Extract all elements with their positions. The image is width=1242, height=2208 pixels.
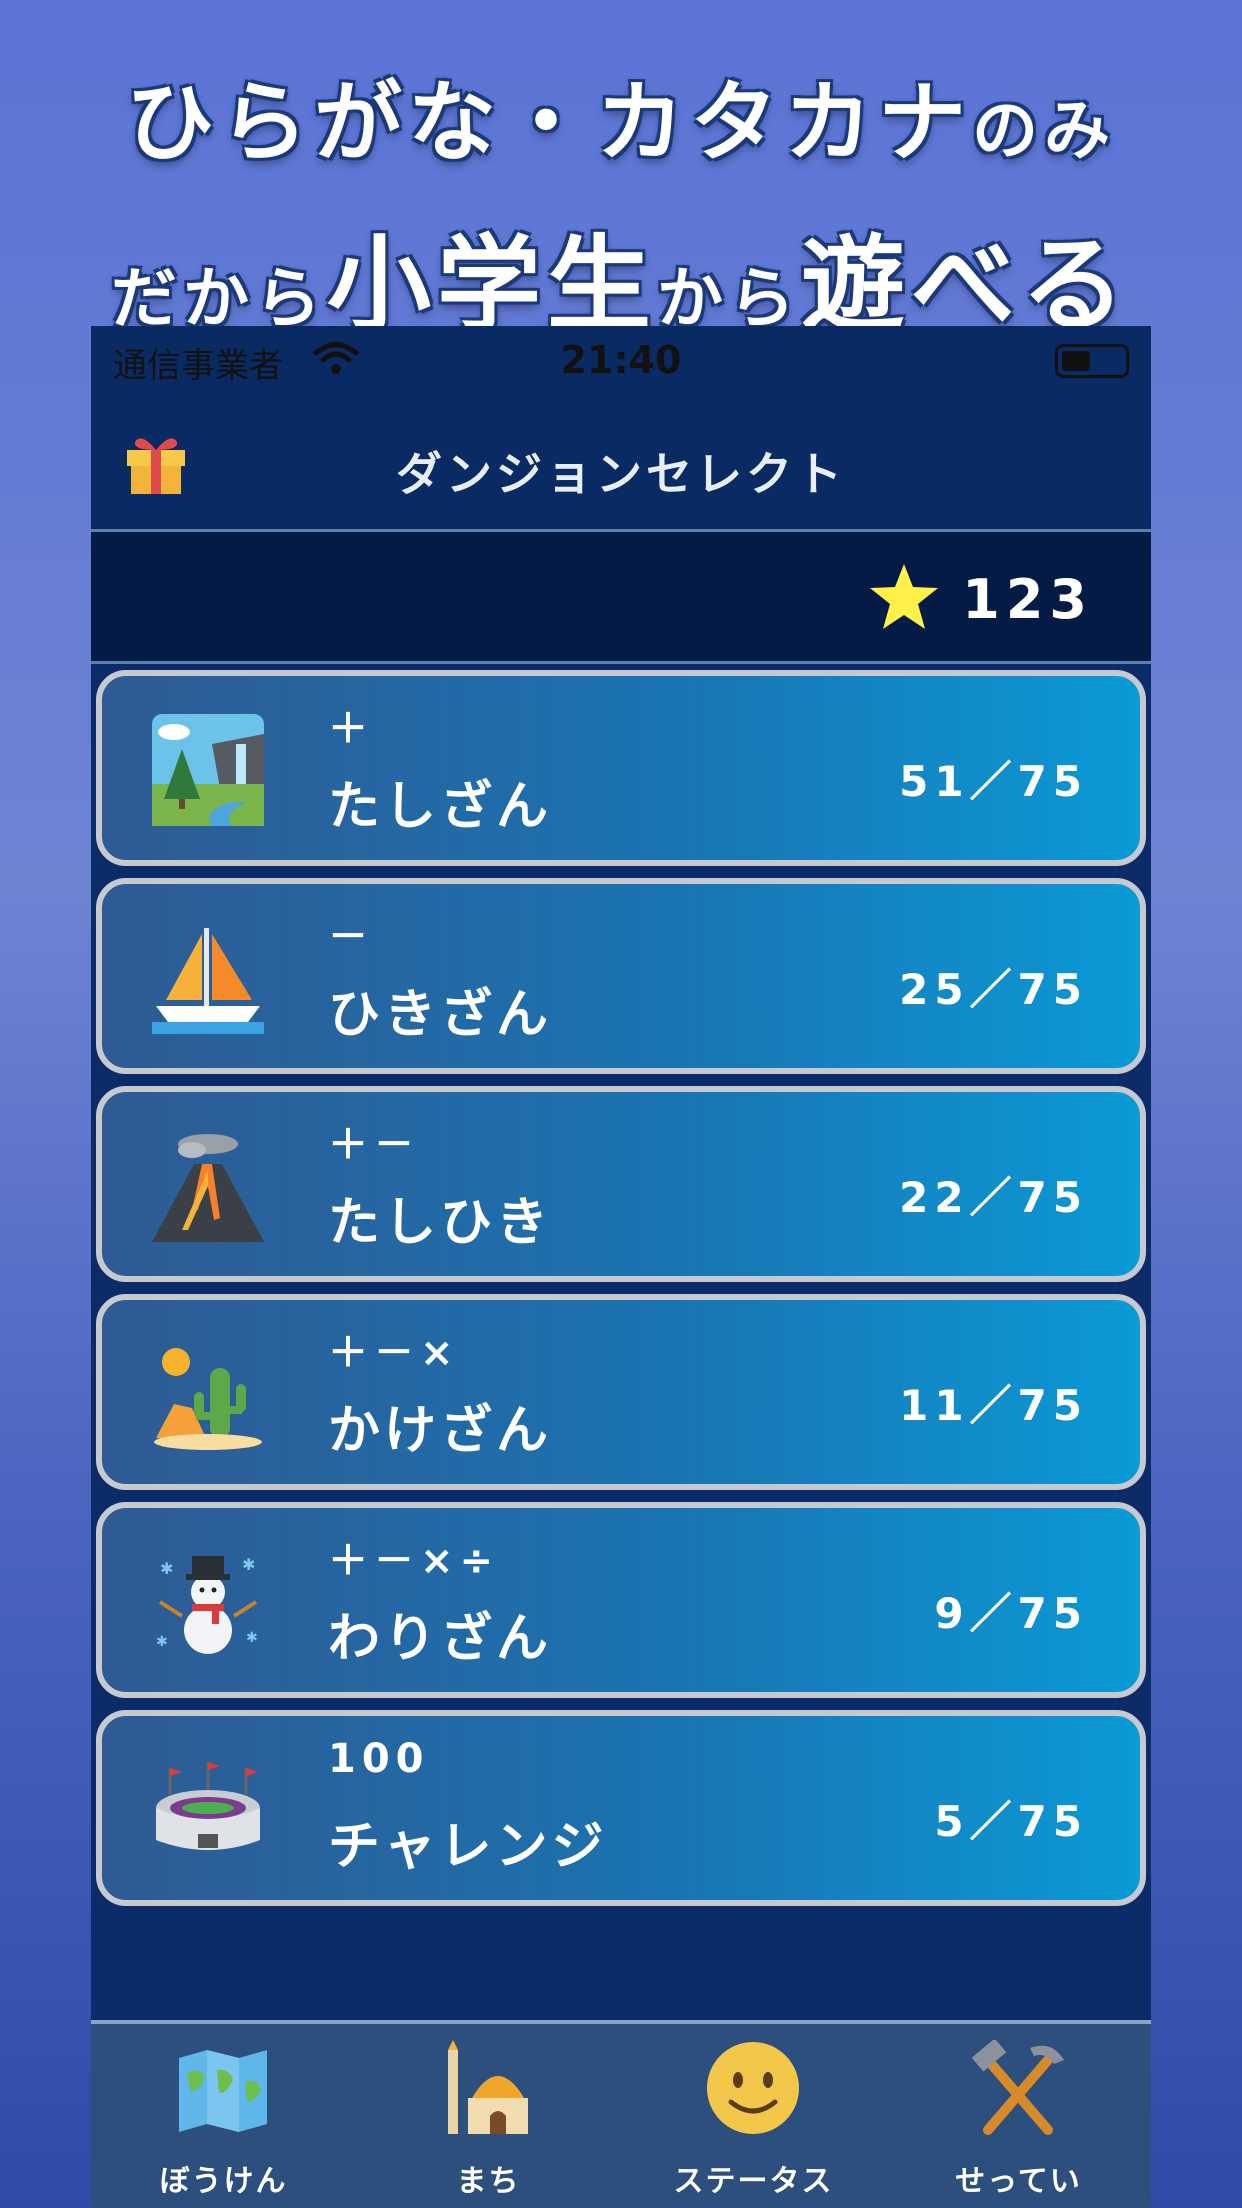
- dungeon-card-multiplication[interactable]: ＋－× かけざん 11／75: [96, 1294, 1146, 1490]
- tab-town[interactable]: まち: [356, 2024, 621, 2208]
- snowman-icon: ✱ ✱ ✱ ✱: [152, 1546, 264, 1658]
- tab-label: まち: [456, 2164, 521, 2199]
- world-map-icon: [173, 2040, 273, 2140]
- tab-label: ステータス: [673, 2164, 834, 2199]
- stadium-icon: [152, 1754, 264, 1866]
- progress-count: 51／75: [899, 757, 1088, 806]
- dungeon-list: ＋ たしざん 51／75 － ひきざん 25／75 ＋－ たしひき 22／75 …: [91, 670, 1151, 1918]
- operators-label: ＋－×: [328, 1330, 460, 1376]
- dungeon-name: ひきざん: [328, 985, 553, 1045]
- svg-text:✱: ✱: [156, 1634, 168, 1650]
- dungeon-name: わりざん: [328, 1609, 553, 1669]
- dungeon-name: かけざん: [328, 1401, 553, 1461]
- progress-count: 25／75: [899, 965, 1088, 1014]
- status-bar: 通信事業者 21:40: [91, 326, 1151, 398]
- tab-status[interactable]: ステータス: [621, 2024, 886, 2208]
- operators-label: ＋: [328, 706, 374, 752]
- progress-count: 22／75: [899, 1173, 1088, 1222]
- headline-line-1: ひらがな・カタカナのみ: [0, 52, 1242, 179]
- tab-bar: ぼうけん まち ステータス せってい: [91, 2020, 1151, 2208]
- star-count: 123: [962, 568, 1093, 631]
- dungeon-card-addition[interactable]: ＋ たしざん 51／75: [96, 670, 1146, 866]
- operators-label: 100: [328, 1736, 430, 1782]
- star-count-bar: 123: [91, 532, 1151, 664]
- svg-text:✱: ✱: [160, 1559, 173, 1578]
- mosque-town-icon: [438, 2040, 538, 2140]
- sailboat-icon: [152, 922, 264, 1034]
- tab-label: せってい: [955, 2164, 1082, 2199]
- operators-label: －: [328, 914, 374, 960]
- tab-label: ぼうけん: [159, 2164, 288, 2199]
- dungeon-name: たしひき: [328, 1193, 553, 1253]
- star-icon: [867, 560, 941, 638]
- dungeon-card-challenge[interactable]: 100 チャレンジ 5／75: [96, 1710, 1146, 1906]
- operators-label: ＋－: [328, 1122, 420, 1168]
- dungeon-name: たしざん: [328, 777, 553, 837]
- dungeon-card-add-subtract[interactable]: ＋－ たしひき 22／75: [96, 1086, 1146, 1282]
- svg-text:✱: ✱: [242, 1555, 255, 1574]
- waterfall-landscape-icon: [152, 714, 264, 826]
- progress-count: 11／75: [899, 1381, 1088, 1430]
- navigation-bar: ダンジョンセレクト: [91, 398, 1151, 532]
- tab-adventure[interactable]: ぼうけん: [91, 2024, 356, 2208]
- svg-text:✱: ✱: [246, 1630, 258, 1646]
- headline-hiragana-katakana: ひらがな・カタカナ: [125, 71, 972, 174]
- headline-only: のみ: [972, 92, 1116, 169]
- progress-count: 9／75: [934, 1589, 1088, 1638]
- tab-settings[interactable]: せってい: [886, 2024, 1151, 2208]
- phone-screen: 通信事業者 21:40 ダンジョンセレクト 123 ＋ たしざん 51／75 －…: [91, 326, 1151, 2208]
- operators-label: ＋－×÷: [328, 1538, 500, 1584]
- smiley-face-icon: [703, 2040, 803, 2140]
- battery-icon: [1055, 344, 1129, 378]
- desert-cactus-icon: [152, 1338, 264, 1450]
- dungeon-card-subtraction[interactable]: － ひきざん 25／75: [96, 878, 1146, 1074]
- progress-count: 5／75: [934, 1797, 1088, 1846]
- clock: 21:40: [560, 338, 682, 382]
- dungeon-name: チャレンジ: [328, 1817, 608, 1877]
- page-title: ダンジョンセレクト: [396, 447, 846, 501]
- volcano-icon: [152, 1130, 264, 1242]
- dungeon-card-division[interactable]: ✱ ✱ ✱ ✱ ＋－×÷ わりざん 9／75: [96, 1502, 1146, 1698]
- hammer-pick-icon: [968, 2038, 1068, 2140]
